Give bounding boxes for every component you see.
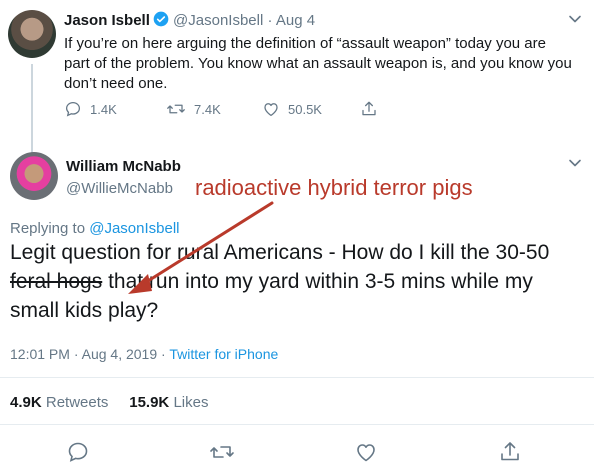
likes-stat[interactable]: 15.9K Likes	[129, 394, 208, 411]
retweets-count: 4.9K	[10, 394, 42, 411]
verified-icon	[153, 11, 169, 31]
tweet-jason-isbell[interactable]: Jason Isbell @JasonIsbell · Aug 4 If you…	[0, 0, 594, 134]
reply-icon	[68, 442, 88, 462]
chevron-down-icon[interactable]	[568, 156, 582, 170]
share-button[interactable]	[496, 438, 524, 466]
divider	[0, 424, 594, 425]
retweets-stat[interactable]: 4.9K Retweets	[10, 394, 108, 411]
replying-handle-link[interactable]: @JasonIsbell	[89, 220, 179, 237]
like-button[interactable]	[352, 438, 380, 466]
struck-text: feral hogs	[10, 270, 103, 293]
retweet-button[interactable]: 7.4K	[166, 99, 221, 119]
like-icon	[357, 444, 375, 462]
annotation-text: radioactive hybrid terror pigs	[195, 175, 473, 200]
author-handle[interactable]: @JasonIsbell	[173, 12, 263, 29]
retweet-button[interactable]	[208, 438, 236, 466]
author-name[interactable]: William McNabb	[66, 158, 181, 175]
avatar[interactable]	[8, 10, 56, 58]
tweet-meta: 12:01 PM · Aug 4, 2019 · Twitter for iPh…	[10, 346, 278, 362]
avatar[interactable]	[10, 152, 58, 200]
tweet-actions: 1.4K 7.4K 50.5K	[64, 99, 484, 119]
tweet-stats: 4.9K Retweets 15.9K Likes	[10, 394, 208, 411]
reply-icon	[65, 101, 81, 117]
divider	[0, 377, 594, 378]
tweet-source-link[interactable]: Twitter for iPhone	[169, 346, 278, 362]
separator: ·	[157, 346, 170, 362]
share-button[interactable]	[360, 99, 378, 119]
tweet-date[interactable]: Aug 4	[276, 12, 315, 29]
retweets-label: Retweets	[45, 394, 109, 411]
likes-count: 15.9K	[129, 394, 170, 411]
like-count: 50.5K	[288, 101, 322, 117]
retweet-count: 7.4K	[194, 101, 221, 117]
share-icon	[362, 101, 376, 116]
reply-count: 1.4K	[90, 101, 117, 117]
replying-to: Replying to @JasonIsbell	[10, 220, 180, 237]
separator: ·	[69, 346, 82, 362]
author-name[interactable]: Jason Isbell	[64, 12, 150, 29]
reply-button[interactable]	[64, 438, 92, 466]
share-icon	[501, 442, 519, 461]
chevron-down-icon[interactable]	[568, 12, 582, 26]
like-button[interactable]: 50.5K	[262, 99, 322, 119]
like-icon	[264, 103, 278, 117]
tweet-date[interactable]: Aug 4, 2019	[82, 346, 158, 362]
retweet-icon	[210, 446, 234, 458]
tweet-text-start: Legit question for rural Americans - How…	[10, 241, 550, 264]
replying-label: Replying to	[10, 220, 86, 237]
tweet-text: If you’re on here arguing the definition…	[64, 35, 572, 92]
tweet-header: Jason Isbell @JasonIsbell · Aug 4	[64, 11, 315, 31]
tweet-actions-bar	[0, 438, 594, 466]
reply-button[interactable]: 1.4K	[64, 99, 117, 119]
separator: ·	[263, 12, 276, 29]
tweet-text: Legit question for rural Americans - How…	[10, 238, 585, 325]
likes-label: Likes	[173, 394, 209, 411]
tweet-time[interactable]: 12:01 PM	[10, 346, 70, 362]
author-handle[interactable]: @WillieMcNabb	[66, 180, 173, 197]
retweet-icon	[167, 104, 185, 114]
